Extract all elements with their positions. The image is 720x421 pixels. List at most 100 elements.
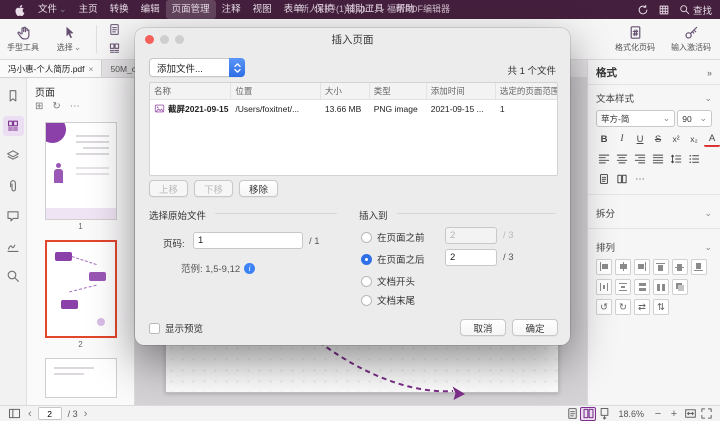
align-left-icon[interactable] [596,151,612,167]
align-right-icon[interactable] [632,151,648,167]
bookmarks-icon[interactable] [3,86,24,106]
underline-button[interactable]: U [632,131,648,147]
font-size-select[interactable]: 90 ⌄ [677,110,712,127]
page-tool-icon-2[interactable] [107,41,122,56]
format-page-number-button[interactable]: 格式化页码 [608,19,662,59]
page-tool-icon-1[interactable] [107,22,122,37]
column-header-page-range[interactable]: 选定的页面范围 [496,83,557,99]
page-thumbnail-3-partial[interactable] [45,358,117,398]
sidebar-toggle-icon[interactable] [6,407,22,421]
cancel-button[interactable]: 取消 [460,319,506,336]
split-section-header[interactable]: 拆分 ⌄ [588,200,720,223]
arrange-section-header[interactable]: 排列 ⌄ [588,234,720,257]
info-icon[interactable]: i [244,263,255,274]
column-header-location[interactable]: 位置 [231,83,321,99]
radio-before-page[interactable]: 在页面之前 [361,230,425,244]
same-width-icon[interactable] [634,279,650,295]
menu-home[interactable]: 主页 [73,0,104,19]
italic-button[interactable]: I [614,131,630,147]
hand-tool-button[interactable]: 手型工具 [0,19,46,59]
align-objects-left-icon[interactable] [596,259,612,275]
comments-icon[interactable] [3,206,24,226]
radio-document-begin[interactable]: 文档开头 [361,274,415,288]
menu-page-management[interactable]: 页面管理 [166,0,216,19]
zoom-level[interactable]: 18.6% [618,409,644,419]
rotate-page-icon[interactable]: ↻ [52,101,60,113]
line-spacing-icon[interactable] [668,151,684,167]
panel-collapse-icon[interactable]: » [707,68,712,78]
superscript-button[interactable]: x² [668,131,684,147]
thumbnail-grid-icon[interactable]: ⊞ [35,101,43,113]
current-page-input[interactable] [38,407,62,420]
align-objects-vcenter-icon[interactable] [672,259,688,275]
column-header-name[interactable]: 名称 [150,83,231,99]
add-file-dropdown[interactable]: 添加文件... [149,58,245,77]
more-options-icon[interactable]: ⋯ [70,101,80,113]
fit-width-icon[interactable] [682,407,698,421]
align-objects-right-icon[interactable] [634,259,650,275]
list-icon[interactable] [686,151,702,167]
rotate-right-icon[interactable]: ↻ [615,299,631,315]
move-down-button[interactable]: 下移 [194,180,233,197]
subscript-button[interactable]: x₂ [686,131,702,147]
zoom-out-icon[interactable]: − [650,407,666,421]
enter-activation-code-button[interactable]: 输入激活码 [662,19,720,59]
text-box-icon[interactable] [614,171,630,187]
remove-button[interactable]: 移除 [239,180,278,197]
menu-file[interactable]: 文件⌄ [32,0,73,19]
move-up-button[interactable]: 上移 [149,180,188,197]
source-page-range-input[interactable] [193,232,303,249]
fullscreen-icon[interactable] [698,407,714,421]
bold-button[interactable]: B [596,131,612,147]
page-thumbnail-1[interactable] [45,122,117,220]
align-center-icon[interactable] [614,151,630,167]
document-tab-active[interactable]: 冯小惠-个人简历.pdf × [0,60,102,77]
radio-document-end[interactable]: 文档末尾 [361,293,415,307]
flip-horizontal-icon[interactable]: ⇄ [634,299,650,315]
signature-icon[interactable] [3,236,24,256]
ok-button[interactable]: 确定 [512,319,558,336]
search-panel-icon[interactable] [3,266,24,286]
facing-page-view-icon[interactable] [580,407,596,421]
after-page-input[interactable] [445,249,497,266]
rotate-left-icon[interactable]: ↺ [596,299,612,315]
apple-menu[interactable] [8,4,32,16]
column-header-size[interactable]: 大小 [321,83,370,99]
menu-convert[interactable]: 转换 [104,0,135,19]
page-thumbnail-2-current[interactable] [45,240,117,338]
align-objects-hcenter-icon[interactable] [615,259,631,275]
next-page-icon[interactable]: › [84,408,88,420]
select-tool-button[interactable]: 选择⌄ [46,19,92,59]
file-table-row[interactable]: 截屏2021-09-15 ... /Users/foxitnet/... 13.… [150,100,557,117]
same-height-icon[interactable] [653,279,669,295]
flip-vertical-icon[interactable]: ⇅ [653,299,669,315]
align-objects-top-icon[interactable] [653,259,669,275]
align-justify-icon[interactable] [650,151,666,167]
menu-view[interactable]: 视图 [247,0,278,19]
distribute-vertical-icon[interactable] [615,279,631,295]
show-preview-checkbox[interactable]: 显示预览 [149,321,203,335]
attachments-icon[interactable] [3,176,24,196]
paragraph-settings-icon[interactable] [596,171,612,187]
column-header-added-time[interactable]: 添加时间 [427,83,496,99]
radio-after-page[interactable]: 在页面之后 [361,252,425,266]
more-text-options-icon[interactable]: ⋯ [632,171,648,187]
column-header-type[interactable]: 类型 [370,83,427,99]
zoom-in-icon[interactable]: + [666,407,682,421]
close-icon[interactable]: × [89,64,94,74]
close-window-icon[interactable] [145,35,154,44]
font-color-button[interactable]: A [704,131,720,147]
align-objects-bottom-icon[interactable] [691,259,707,275]
previous-page-icon[interactable]: ‹ [28,408,32,420]
single-page-view-icon[interactable] [564,407,580,421]
menu-edit[interactable]: 编辑 [135,0,166,19]
same-size-icon[interactable] [672,279,688,295]
text-style-section-header[interactable]: 文本样式 ⌄ [588,85,720,108]
apps-grid-icon[interactable] [658,4,670,16]
continuous-scroll-view-icon[interactable] [596,407,612,421]
layers-icon[interactable] [3,146,24,166]
distribute-horizontal-icon[interactable] [596,279,612,295]
find-button[interactable]: 查找 [679,3,712,17]
font-family-select[interactable]: 苹方-简 ⌄ [596,110,675,127]
page-thumbnails-icon[interactable] [3,116,24,136]
